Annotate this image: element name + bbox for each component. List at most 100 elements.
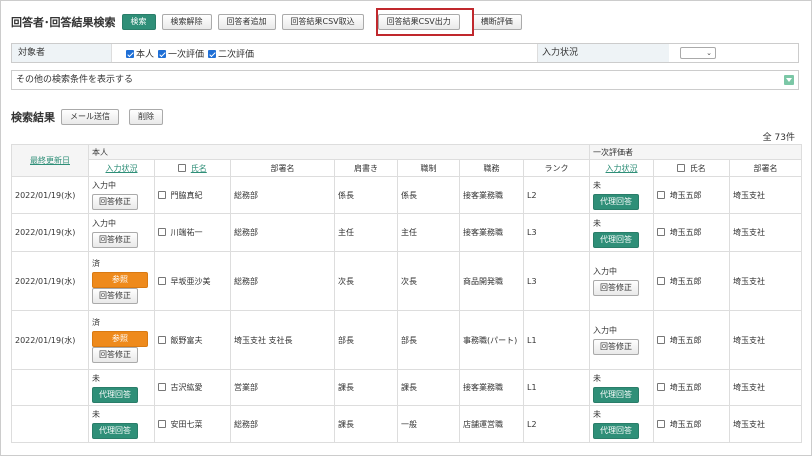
col-job: 職務 (459, 159, 524, 177)
checkbox-icon[interactable] (677, 163, 686, 172)
row-action-button[interactable]: 参照 (92, 272, 148, 288)
checkbox-icon[interactable] (126, 49, 134, 58)
checkbox-icon[interactable] (158, 190, 166, 199)
option-first-eval[interactable]: 一次評価 (158, 47, 204, 60)
checkbox-icon[interactable] (208, 49, 217, 58)
cell-name[interactable]: 門脇真紀 (154, 176, 231, 214)
cell-title: 主任 (334, 213, 398, 252)
cell-dept: 総務部 (230, 213, 335, 252)
checkbox-icon[interactable] (657, 228, 666, 236)
cell-evaluator-dept: 埼玉支社 (729, 310, 803, 370)
cell-dept: 営業部 (230, 369, 335, 406)
send-mail-button[interactable]: メール送信 (61, 109, 119, 125)
option-self[interactable]: 本人 (126, 47, 154, 60)
cell-name[interactable]: 早坂亜沙美 (154, 251, 231, 311)
col-evaluator-name[interactable]: 氏名 (653, 159, 731, 177)
checkbox-icon[interactable] (158, 383, 166, 391)
target-options: 本人 一次評価 二次評価 (112, 47, 254, 60)
cell-name[interactable]: 古沢紘愛 (154, 369, 231, 406)
checkbox-icon[interactable] (657, 335, 666, 344)
cell-rank: L3 (522, 251, 591, 311)
table-row: 未代理回答 古沢紘愛 営業部 課長 課長 接客業務職 L1 未代理回答 埼玉五郎 埼玉支社 (11, 369, 803, 406)
row-action-button[interactable]: 回答修正 (92, 288, 138, 304)
row-action-button[interactable]: 参照 (92, 331, 148, 347)
row-action-button[interactable]: 回答修正 (92, 194, 138, 210)
checkbox-icon[interactable] (158, 49, 167, 58)
cell-date: 2022/01/19(水) (11, 213, 89, 252)
row-action-button[interactable]: 回答修正 (92, 231, 138, 248)
cell-rank: L2 (522, 176, 591, 214)
cell-job: 接客業務職 (459, 176, 524, 214)
row-action-button[interactable]: 代理回答 (593, 386, 640, 403)
cell-evaluator-name[interactable]: 埼玉五郎 (653, 310, 731, 370)
cell-title: 部長 (334, 310, 398, 370)
cell-status: 入力中 回答修正 (88, 213, 155, 252)
cell-evaluator-name[interactable]: 埼玉五郎 (653, 213, 731, 252)
row-action-button[interactable]: 回答修正 (92, 347, 138, 363)
import-csv-button[interactable]: 回答結果CSV取込 (281, 14, 364, 30)
checkbox-icon[interactable] (657, 419, 666, 428)
cell-status: 未代理回答 (88, 405, 155, 443)
cell-evaluator-status: 未代理回答 (589, 213, 655, 252)
row-action-button[interactable]: 回答修正 (593, 339, 640, 355)
results-header: 検索結果 メール送信 削除 (11, 109, 169, 125)
cell-rank: L1 (522, 310, 591, 370)
checkbox-icon[interactable] (158, 228, 166, 236)
cell-dept: 総務部 (230, 176, 335, 214)
cell-name[interactable]: 飯野富夫 (154, 310, 231, 370)
row-action-button[interactable]: 代理回答 (593, 231, 640, 248)
col-rank: ランク (522, 159, 591, 177)
checkbox-icon[interactable] (657, 383, 666, 391)
cell-name[interactable]: 安田七菜 (154, 405, 231, 443)
cell-job: 接客業務職 (459, 213, 524, 252)
option-second-eval[interactable]: 二次評価 (208, 47, 254, 60)
cell-dept: 埼玉支社 支社長 (230, 310, 335, 370)
checkbox-icon[interactable] (657, 276, 666, 285)
cell-evaluator-dept: 埼玉支社 (729, 251, 803, 311)
table-row: 未代理回答 安田七菜 総務部 課長 一般 店舗運営職 L2 未代理回答 埼玉五郎 埼玉支社 (11, 405, 803, 443)
cell-evaluator-dept: 埼玉支社 (729, 369, 803, 406)
results-title: 検索結果 (11, 111, 55, 124)
row-action-button[interactable]: 代理回答 (593, 194, 640, 210)
cell-position: 部長 (397, 310, 460, 370)
cell-evaluator-dept: 埼玉支社 (729, 176, 803, 214)
col-input-status[interactable]: 入力状況 (88, 159, 155, 177)
cell-rank: L1 (522, 369, 591, 406)
row-action-button[interactable]: 代理回答 (92, 423, 138, 439)
cell-name[interactable]: 川端祐一 (154, 213, 231, 252)
cell-evaluator-name[interactable]: 埼玉五郎 (653, 176, 731, 214)
delete-button[interactable]: 削除 (129, 109, 163, 125)
page-title: 回答者･回答結果検索 (11, 16, 116, 29)
checkbox-icon[interactable] (657, 190, 666, 199)
cell-date: 2022/01/19(水) (11, 251, 89, 311)
checkbox-icon[interactable] (158, 335, 166, 344)
row-action-button[interactable]: 代理回答 (593, 423, 640, 439)
input-status-select[interactable]: ⌄ (680, 47, 716, 59)
col-updated[interactable]: 最終更新日 (11, 144, 89, 177)
col-name[interactable]: 氏名 (154, 159, 231, 177)
cell-evaluator-status: 未代理回答 (589, 405, 655, 443)
cell-evaluator-name[interactable]: 埼玉五郎 (653, 251, 731, 311)
checkbox-icon[interactable] (158, 276, 166, 285)
cross-evaluation-button[interactable]: 横断評価 (471, 14, 522, 30)
checkbox-icon[interactable] (178, 163, 187, 172)
checkbox-icon[interactable] (158, 419, 166, 428)
add-respondent-button[interactable]: 回答者追加 (217, 14, 276, 30)
cell-date: 2022/01/19(水) (11, 176, 89, 214)
search-button[interactable]: 検索 (121, 14, 156, 30)
row-action-button[interactable]: 回答修正 (593, 280, 640, 296)
cell-title: 課長 (334, 405, 398, 443)
cell-position: 主任 (397, 213, 460, 252)
expand-icon[interactable] (784, 75, 794, 85)
clear-search-button[interactable]: 検索解除 (161, 14, 212, 30)
col-evaluator-input-status[interactable]: 入力状況 (589, 159, 655, 177)
cell-status: 入力中 回答修正 (88, 176, 155, 214)
cell-job: 事務職(パート) (459, 310, 524, 370)
more-conditions-toggle[interactable]: その他の検索条件を表示する (11, 70, 799, 90)
row-action-button[interactable]: 代理回答 (92, 386, 138, 403)
group-self: 本人 (87, 144, 591, 160)
cell-status: 済参照 回答修正 (88, 310, 155, 370)
col-evaluator-dept: 部署名 (729, 159, 803, 177)
cell-evaluator-name[interactable]: 埼玉五郎 (653, 405, 731, 443)
cell-evaluator-name[interactable]: 埼玉五郎 (653, 369, 731, 406)
